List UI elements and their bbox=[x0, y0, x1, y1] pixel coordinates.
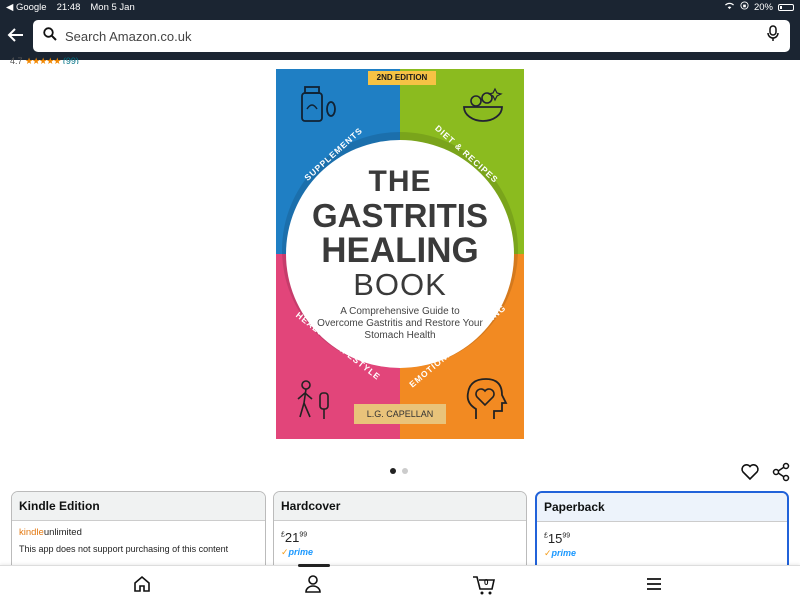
microphone-icon[interactable] bbox=[766, 25, 780, 47]
back-to-app-link[interactable]: ◀ Google bbox=[6, 2, 47, 13]
cover-author: L.G. CAPELLAN bbox=[354, 404, 446, 424]
search-header bbox=[0, 14, 800, 60]
rating-value: 4.7 bbox=[10, 56, 23, 64]
heart-icon[interactable] bbox=[740, 462, 760, 482]
search-input[interactable] bbox=[65, 28, 766, 44]
battery-icon bbox=[778, 3, 794, 11]
cover-title-line-2: GASTRITIS bbox=[311, 197, 488, 234]
kindle-unlimited-logo: kindleunlimited bbox=[19, 527, 82, 538]
orientation-lock-icon bbox=[740, 1, 749, 13]
status-bar: ◀ Google 21:48 Mon 5 Jan 20% bbox=[0, 0, 800, 14]
prime-badge: ✓prime bbox=[281, 547, 314, 557]
supplement-bottle-icon bbox=[294, 83, 340, 129]
cover-title-line-1: THE bbox=[368, 165, 432, 198]
format-title: Paperback bbox=[537, 493, 787, 522]
format-title: Kindle Edition bbox=[12, 492, 265, 521]
product-image[interactable]: 2ND EDITION SUPPLEMENTS DIET & RECIPES H… bbox=[276, 69, 524, 439]
search-bar[interactable] bbox=[33, 20, 790, 52]
carousel-dot[interactable] bbox=[390, 468, 396, 474]
status-date: Mon 5 Jan bbox=[90, 1, 135, 13]
active-tab-indicator bbox=[298, 564, 330, 567]
format-price: £1599 bbox=[544, 531, 571, 546]
home-icon[interactable] bbox=[130, 572, 154, 596]
rating-stars: ★★★★★ bbox=[25, 56, 61, 64]
carousel-dot[interactable] bbox=[402, 468, 408, 474]
format-note: This app does not support purchasing of … bbox=[19, 544, 229, 554]
carousel-indicator[interactable] bbox=[390, 468, 408, 474]
back-arrow-icon[interactable] bbox=[6, 24, 28, 48]
heart-head-icon bbox=[462, 375, 508, 421]
salad-bowl-icon bbox=[460, 83, 506, 129]
wifi-icon bbox=[724, 1, 735, 13]
walking-person-icon bbox=[292, 377, 338, 423]
cover-title-line-4: BOOK bbox=[353, 267, 447, 302]
cart-icon[interactable]: 0 bbox=[471, 572, 495, 596]
rating-count[interactable]: (99) bbox=[63, 56, 79, 64]
cover-title-line-3: HEALING bbox=[321, 231, 479, 270]
status-time: 21:48 bbox=[56, 1, 81, 13]
edition-badge: 2ND EDITION bbox=[368, 71, 436, 85]
battery-percent: 20% bbox=[753, 1, 773, 13]
prime-badge: ✓prime bbox=[544, 548, 577, 558]
format-title: Hardcover bbox=[274, 492, 526, 521]
cover-subtitle: A Comprehensive Guide to Overcome Gastri… bbox=[317, 306, 483, 341]
rating-summary[interactable]: 4.7 ★★★★★ (99) bbox=[10, 56, 79, 64]
share-icon[interactable] bbox=[771, 462, 791, 482]
search-icon bbox=[43, 26, 57, 46]
menu-icon[interactable] bbox=[642, 572, 666, 596]
format-price: £2199 bbox=[281, 530, 308, 545]
svg-text:0: 0 bbox=[484, 578, 489, 587]
bottom-navigation: 0 bbox=[0, 564, 800, 600]
account-icon[interactable] bbox=[301, 572, 325, 596]
